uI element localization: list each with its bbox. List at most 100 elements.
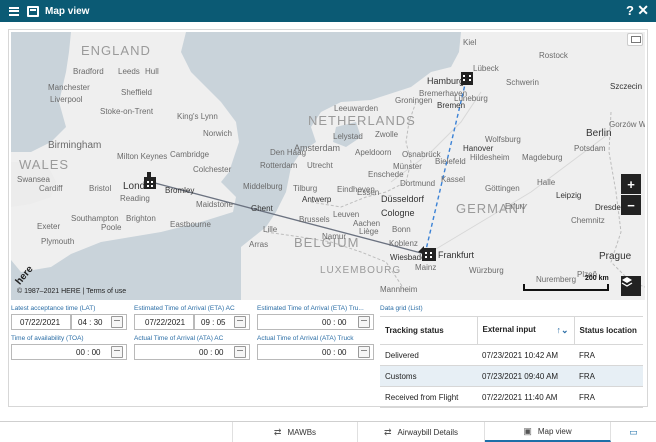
city-label: Lübeck [473,64,499,73]
city-label: Southampton [71,214,119,223]
city-label: Gorzów Wlkp. [609,120,645,129]
data-grid: Tracking status External input ↑⌄ Status… [380,316,643,408]
data-grid-title: Data grid (List) [380,305,423,312]
city-label: Sheffield [121,88,152,97]
cell-external-input: 07/23/2021 09:40 AM [477,365,574,387]
city-label: Leeuwarden [334,104,379,113]
map-scale-bar [523,284,609,291]
lat-date-input[interactable]: 07/22/2021 [11,314,71,330]
cell-tracking-status: Customs [380,365,477,387]
monitor-icon: ▭ [629,426,638,437]
calendar-icon[interactable] [234,346,246,358]
city-label: Kiel [463,38,477,47]
toa-label: Time of availability (TOA) [11,335,84,342]
city-label: Hanover [463,144,494,153]
country-label: WALES [19,157,70,172]
ata-ac-time-input[interactable]: 00 : 00 [134,344,250,360]
city-label: Middelburg [243,182,283,191]
city-label: Szczecin [610,82,643,91]
calendar-icon[interactable] [234,316,246,328]
mawbs-icon: ⇄ [273,426,282,437]
calendar-icon[interactable] [111,316,123,328]
map-copyright[interactable]: © 1987–2021 HERE | Terms of use [17,288,126,295]
screen-toggle-button[interactable]: ▭ [611,422,656,442]
calendar-icon[interactable] [358,346,370,358]
column-header-label: Tracking status [385,326,444,335]
toa-time-input[interactable]: 00 : 00 [11,344,127,360]
column-header-status-location[interactable]: Status location [573,316,643,345]
menu-icon[interactable] [9,6,19,16]
tab-airwaybill-details[interactable]: ⇄ Airwaybill Details [358,422,485,442]
city-label: Bradford [73,67,104,76]
city-label: Osnabrück [402,150,441,159]
map-view-tab-icon: ▣ [523,425,532,436]
warehouse-marker-icon[interactable] [459,68,475,86]
tab-map-view[interactable]: ▣ Map view [485,422,611,442]
tab-label: MAWBs [287,427,317,437]
layers-icon [621,277,633,287]
city-label: Mannheim [380,285,418,294]
city-label: Frankfurt [438,250,475,260]
city-label: Erfurt [505,202,525,211]
city-label: Manchester [48,83,90,92]
city-label: Nuremberg [536,275,577,284]
map-canvas[interactable]: ENGLAND WALES NETHERLANDS BELGIUM GERMAN… [11,32,645,300]
city-label: Mainz [415,263,437,272]
cell-tracking-status: Received from Flight [380,386,477,408]
city-label: Cologne [381,208,415,218]
layers-button[interactable] [621,276,641,296]
city-label: Düsseldorf [381,194,425,204]
help-icon[interactable]: ? [626,3,634,18]
city-label: Magdeburg [522,153,563,162]
city-label: Bonn [392,225,411,234]
column-header-external-input[interactable]: External input ↑⌄ [477,316,574,345]
zoom-in-button[interactable]: + [621,174,641,194]
table-row[interactable]: Customs 07/23/2021 09:40 AM FRA [380,365,643,387]
country-label: NETHERLANDS [308,113,416,128]
table-row[interactable]: Received from Flight 07/22/2021 11:40 AM… [380,386,643,408]
calendar-icon[interactable] [111,346,123,358]
eta-ac-date-input[interactable]: 07/22/2021 [134,314,194,330]
ata-truck-time-input[interactable]: 00 : 00 [257,344,374,360]
city-label: Poole [101,223,122,232]
city-label: Prague [599,251,632,262]
city-label: Potsdam [574,144,606,153]
cell-status-location: FRA [574,386,643,408]
city-label: Leeds [118,67,140,76]
cell-external-input: 07/22/2021 11:40 AM [477,386,574,408]
city-label: Swansea [17,175,50,184]
eta-truck-time-input[interactable]: 00 : 00 [257,314,374,330]
column-header-tracking-status[interactable]: Tracking status [380,316,478,345]
city-label: Den Haag [270,148,307,157]
city-label: Leipzig [556,191,582,200]
title-bar: Map view ? ✕ [0,0,656,22]
tab-mawbs[interactable]: ⇄ MAWBs [232,422,358,442]
city-label: Brighton [126,214,156,223]
city-label: Halle [537,178,556,187]
city-label: Schwerin [506,78,539,87]
zoom-out-button[interactable]: − [621,195,641,215]
city-label: Rostock [539,51,568,60]
city-label: Milton Keynes [117,152,168,161]
city-label: Lüneburg [454,94,488,103]
warehouse-marker-icon[interactable] [416,240,438,262]
sort-icon[interactable]: ↑⌄ [556,325,568,336]
city-label: Tilburg [293,184,318,193]
map-card: ENGLAND WALES NETHERLANDS BELGIUM GERMAN… [8,29,648,408]
map-scale-label: 200 km [585,275,609,282]
lat-label: Latest acceptance time (LAT) [11,305,96,312]
city-label: Birmingham [48,140,102,151]
city-label: Koblenz [389,239,418,248]
city-label: Apeldoorn [355,148,392,157]
city-label: Berlin [586,128,612,139]
city-label: Reading [120,194,150,203]
calendar-icon[interactable] [358,316,370,328]
city-label: Eastbourne [170,220,211,229]
city-label: Würzburg [469,266,504,275]
table-row[interactable]: Delivered 07/23/2021 10:42 AM FRA [380,344,643,366]
ata-ac-label: Actual Time of Arrival (ATA) AC [134,335,224,342]
city-label: King's Lynn [177,112,218,121]
screen-mode-icon[interactable] [627,33,643,46]
close-icon[interactable]: ✕ [637,2,649,19]
warehouse-marker-icon[interactable] [142,171,160,191]
